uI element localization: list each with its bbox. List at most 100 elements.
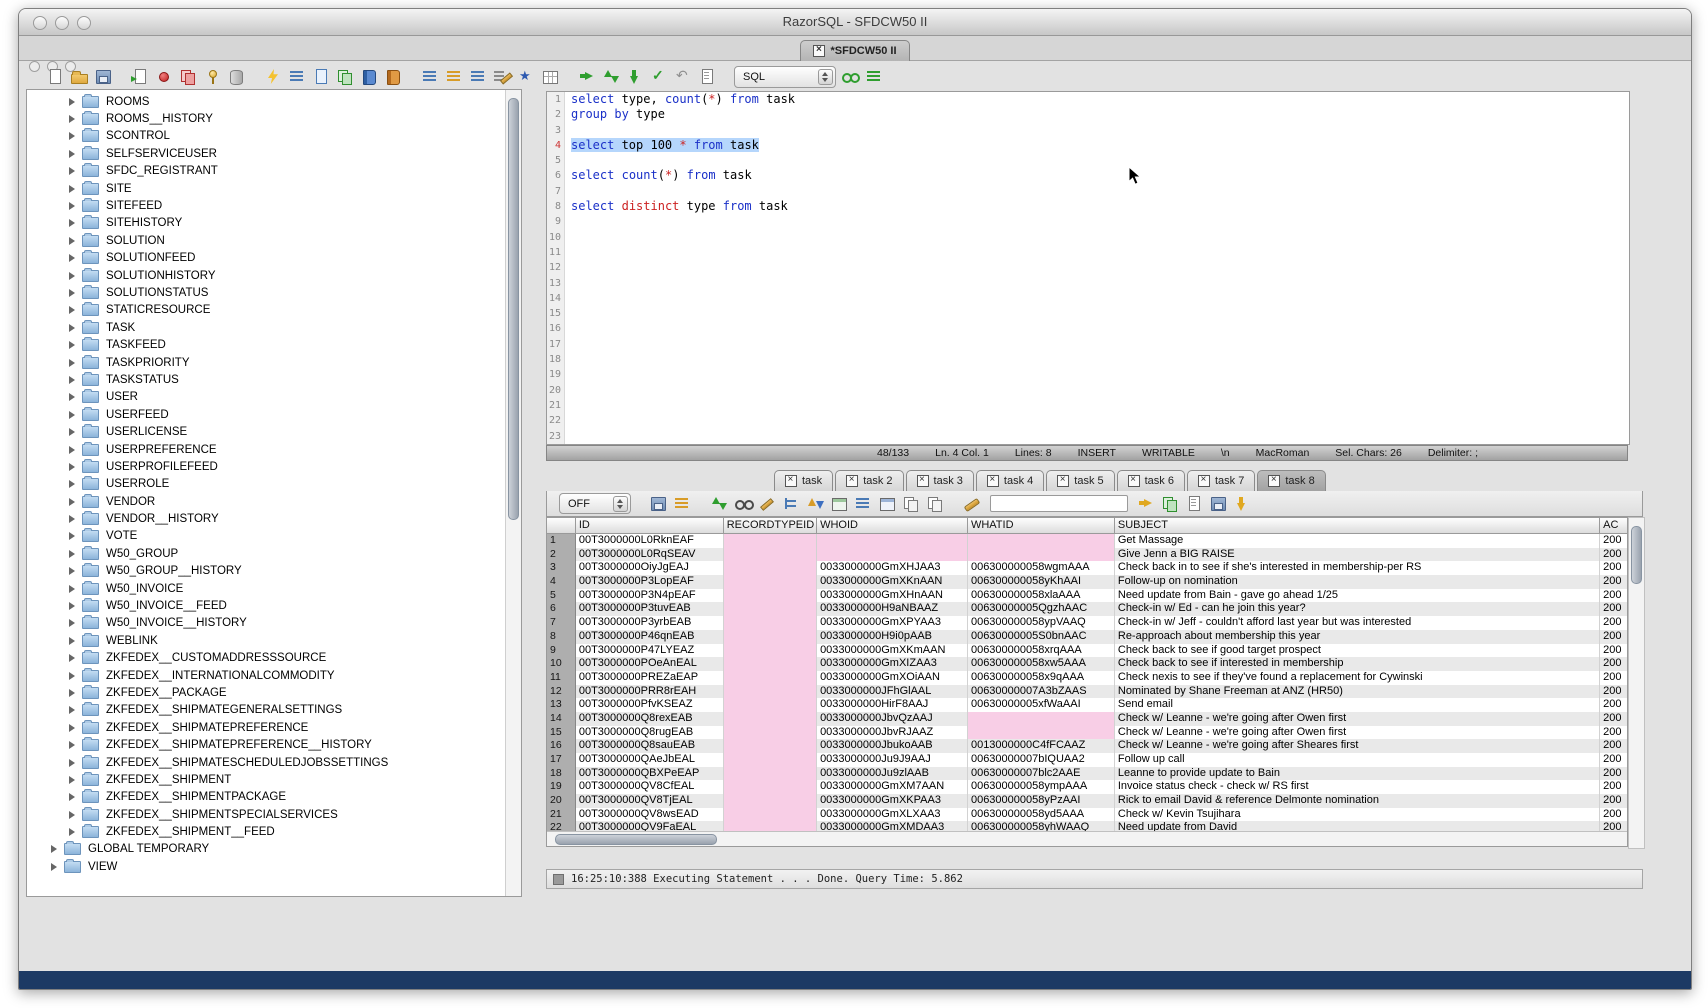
cell-recordtypeid[interactable] bbox=[724, 739, 817, 753]
tree-item[interactable]: ZKFEDEX__PACKAGE bbox=[27, 684, 505, 701]
cell-ac[interactable]: 200 bbox=[1600, 575, 1627, 589]
tree-item[interactable]: VOTE bbox=[27, 528, 505, 545]
stepper-icon[interactable] bbox=[613, 496, 628, 512]
database-icon[interactable] bbox=[226, 68, 246, 86]
header-cell-whoid[interactable]: WHOID bbox=[817, 518, 968, 533]
sort-tool-icon[interactable] bbox=[444, 68, 464, 86]
save-results-icon[interactable] bbox=[648, 495, 668, 513]
close-window-icon[interactable] bbox=[33, 16, 47, 30]
header-cell-recordtypeid[interactable]: RECORDTYPEID bbox=[724, 518, 817, 533]
reload-grid-icon[interactable] bbox=[829, 495, 849, 513]
cell-ac[interactable]: 200 bbox=[1600, 698, 1627, 712]
cell-ac[interactable]: 200 bbox=[1600, 739, 1627, 753]
cell-whatid[interactable]: 006300000058yKhAAI bbox=[968, 575, 1115, 589]
tree-item[interactable]: SOLUTIONSTATUS bbox=[27, 284, 505, 301]
close-tab-icon[interactable] bbox=[1128, 475, 1140, 487]
cell-recordtypeid[interactable] bbox=[724, 534, 817, 548]
table-vertical-scrollbar[interactable] bbox=[1628, 517, 1645, 849]
disclosure-triangle-icon[interactable] bbox=[69, 724, 75, 732]
save-grid-icon[interactable] bbox=[1208, 495, 1228, 513]
cell-id[interactable]: 00T3000000P3LopEAF bbox=[576, 575, 724, 589]
cell-id[interactable]: 00T3000000L0RknEAF bbox=[576, 534, 724, 548]
table-row[interactable]: 1800T3000000QBXPeEAP0033000000Ju9zlAAB00… bbox=[547, 767, 1627, 781]
cell-whatid[interactable]: 00630000005xfWaAAI bbox=[968, 698, 1115, 712]
cell-recordtypeid[interactable] bbox=[724, 561, 817, 575]
import-connection-icon[interactable] bbox=[130, 68, 150, 86]
cell-whatid[interactable]: 0013000000C4fFCAAZ bbox=[968, 739, 1115, 753]
cell-id[interactable]: 00T3000000PRR8rEAH bbox=[576, 685, 724, 699]
disclosure-triangle-icon[interactable] bbox=[69, 306, 75, 314]
connections-icon[interactable] bbox=[840, 68, 860, 86]
cell-whoid[interactable]: 0033000000GmXLXAA3 bbox=[817, 808, 968, 822]
disclosure-triangle-icon[interactable] bbox=[69, 254, 75, 262]
disclosure-triangle-icon[interactable] bbox=[69, 811, 75, 819]
column-list-icon[interactable] bbox=[853, 495, 873, 513]
tree-item[interactable]: ZKFEDEX__SHIPMATEGENERALSETTINGS bbox=[27, 702, 505, 719]
cell-ac[interactable]: 200 bbox=[1600, 644, 1627, 658]
disclosure-triangle-icon[interactable] bbox=[69, 672, 75, 680]
tree-item[interactable]: VENDOR bbox=[27, 493, 505, 510]
inner-close-icon[interactable] bbox=[29, 61, 40, 72]
table-row[interactable]: 2100T3000000QV8wsEAD0033000000GmXLXAA300… bbox=[547, 808, 1627, 822]
table-row[interactable]: 1400T3000000Q8rexEAB0033000000JbvQzAAJCh… bbox=[547, 712, 1627, 726]
cell-whoid[interactable]: 0033000000GmXOiAAN bbox=[817, 671, 968, 685]
disclosure-triangle-icon[interactable] bbox=[69, 567, 75, 575]
tree-item[interactable]: ROOMS__HISTORY bbox=[27, 110, 505, 127]
log-view-icon[interactable] bbox=[864, 68, 884, 86]
cell-whoid[interactable] bbox=[817, 548, 968, 562]
cell-recordtypeid[interactable] bbox=[724, 753, 817, 767]
cell-ac[interactable]: 200 bbox=[1600, 726, 1627, 740]
cell-whatid[interactable] bbox=[968, 726, 1115, 740]
cell-whoid[interactable]: 0033000000JFhGlAAL bbox=[817, 685, 968, 699]
cell-whatid[interactable]: 006300000058yPzAAI bbox=[968, 794, 1115, 808]
sql-code-area[interactable]: select type, count(*) from taskgroup by … bbox=[565, 92, 1629, 444]
export-records-icon[interactable] bbox=[1160, 495, 1180, 513]
cell-whatid[interactable] bbox=[968, 548, 1115, 562]
cell-ac[interactable]: 200 bbox=[1600, 712, 1627, 726]
cell-whatid[interactable]: 00630000007bIQUAA2 bbox=[968, 753, 1115, 767]
execute-forward-icon[interactable] bbox=[577, 68, 597, 86]
cell-whatid[interactable]: 006300000058xw5AAA bbox=[968, 657, 1115, 671]
cell-whatid[interactable]: 006300000058ypVAAQ bbox=[968, 616, 1115, 630]
fetch-results-icon[interactable] bbox=[625, 68, 645, 86]
cell-ac[interactable]: 200 bbox=[1600, 753, 1627, 767]
cell-ac[interactable]: 200 bbox=[1600, 685, 1627, 699]
vscrollbar-thumb[interactable] bbox=[1631, 526, 1642, 584]
hscrollbar-thumb[interactable] bbox=[555, 834, 717, 845]
tree-item[interactable]: W50_INVOICE__HISTORY bbox=[27, 615, 505, 632]
header-cell-subject[interactable]: SUBJECT bbox=[1115, 518, 1600, 533]
cell-whatid[interactable] bbox=[968, 534, 1115, 548]
table-row[interactable]: 100T3000000L0RknEAFGet Massage200 bbox=[547, 534, 1627, 548]
disclosure-triangle-icon[interactable] bbox=[69, 289, 75, 297]
disclosure-triangle-icon[interactable] bbox=[69, 463, 75, 471]
disclosure-triangle-icon[interactable] bbox=[69, 602, 75, 610]
result-tab-task[interactable]: task bbox=[774, 470, 833, 491]
tree-item[interactable]: SFDC_REGISTRANT bbox=[27, 163, 505, 180]
cell-id[interactable]: 00T3000000P3tuvEAB bbox=[576, 602, 724, 616]
cell-ac[interactable]: 200 bbox=[1600, 548, 1627, 562]
tree-item[interactable]: ZKFEDEX__SHIPMATEPREFERENCE bbox=[27, 719, 505, 736]
disclosure-triangle-icon[interactable] bbox=[69, 480, 75, 488]
result-tab-task-2[interactable]: task 2 bbox=[835, 470, 903, 491]
cell-id[interactable]: 00T3000000P47LYEAZ bbox=[576, 644, 724, 658]
cell-ac[interactable]: 200 bbox=[1600, 767, 1627, 781]
disclosure-triangle-icon[interactable] bbox=[69, 619, 75, 627]
disclosure-triangle-icon[interactable] bbox=[69, 637, 75, 645]
cell-recordtypeid[interactable] bbox=[724, 644, 817, 658]
cell-id[interactable]: 00T3000000Q8rugEAB bbox=[576, 726, 724, 740]
result-tab-task-6[interactable]: task 6 bbox=[1117, 470, 1185, 491]
cell-ac[interactable]: 200 bbox=[1600, 589, 1627, 603]
disclosure-triangle-icon[interactable] bbox=[69, 132, 75, 140]
table-row[interactable]: 1900T3000000QV8CfEAL0033000000GmXM7AAN00… bbox=[547, 780, 1627, 794]
view-record-icon[interactable] bbox=[733, 495, 753, 513]
cell-id[interactable]: 00T3000000QV8wsEAD bbox=[576, 808, 724, 822]
favorites-icon[interactable] bbox=[516, 68, 536, 86]
disclosure-triangle-icon[interactable] bbox=[69, 150, 75, 158]
tree-item[interactable]: VENDOR__HISTORY bbox=[27, 510, 505, 527]
cell-ac[interactable]: 200 bbox=[1600, 794, 1627, 808]
cell-whoid[interactable]: 0033000000GmXKPAA3 bbox=[817, 794, 968, 808]
result-tab-task-7[interactable]: task 7 bbox=[1187, 470, 1255, 491]
cell-ac[interactable]: 200 bbox=[1600, 671, 1627, 685]
close-tab-icon[interactable] bbox=[987, 475, 999, 487]
tree-item[interactable]: TASKSTATUS bbox=[27, 371, 505, 388]
